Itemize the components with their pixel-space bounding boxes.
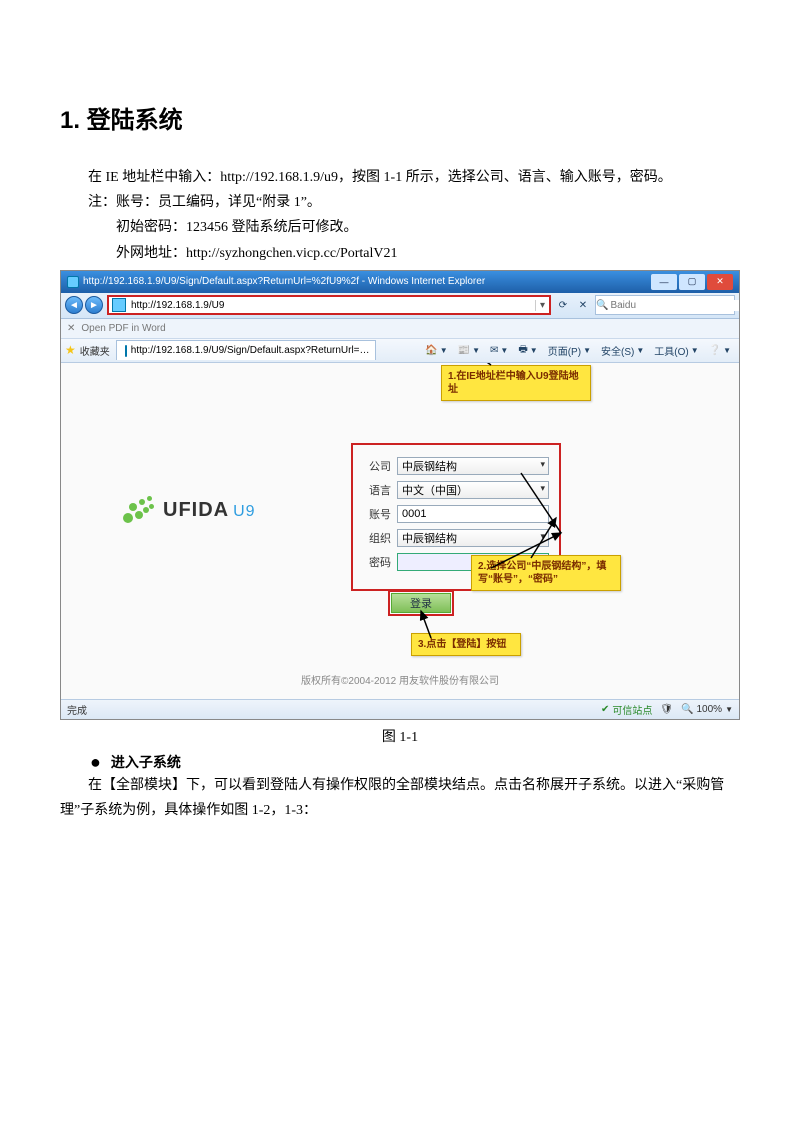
input-account[interactable] xyxy=(397,505,549,523)
bullet-icon: ● xyxy=(90,752,101,773)
ie-icon xyxy=(67,276,79,288)
select-language[interactable] xyxy=(397,481,549,499)
close-tab-icon[interactable]: ✕ xyxy=(67,323,75,334)
doc-heading: 1. 登陆系统 xyxy=(60,100,740,135)
tab-title: http://192.168.1.9/U9/Sign/Default.aspx?… xyxy=(131,345,370,356)
mail-button[interactable]: ✉▼ xyxy=(486,343,512,358)
tab-icon xyxy=(125,345,127,357)
ufida-logo: UFIDAU9 xyxy=(121,493,256,529)
status-done: 完成 xyxy=(67,702,87,717)
address-bar[interactable]: ▾ xyxy=(107,295,551,315)
doc-note2: 初始密码：123456 登陆系统后可修改。 xyxy=(60,215,740,240)
callout-1: 1.在IE地址栏中输入U9登陆地址 xyxy=(441,365,591,401)
label-language: 语言 xyxy=(363,482,391,498)
feed-icon: 📰 xyxy=(458,345,470,356)
mail-icon: ✉ xyxy=(490,345,498,356)
zoom-icon: 🔍 xyxy=(681,704,693,715)
print-button[interactable]: 🖶▼ xyxy=(514,340,541,361)
open-pdf-label: Open PDF in Word xyxy=(81,323,165,334)
help-icon: ❔ xyxy=(709,345,721,356)
ie-window-title: http://192.168.1.9/U9/Sign/Default.aspx?… xyxy=(83,276,485,287)
label-password: 密码 xyxy=(363,554,391,570)
protected-mode-icon: 🛡 xyxy=(660,704,673,715)
zoom-control[interactable]: 🔍 100% ▼ xyxy=(681,704,733,715)
status-trusted: ✔ 可信站点 xyxy=(601,702,652,717)
label-company: 公司 xyxy=(363,458,391,474)
feeds-button[interactable]: 📰▼ xyxy=(454,343,484,358)
bullet-title: 进入子系统 xyxy=(111,752,181,772)
star-icon: ★ xyxy=(65,343,76,357)
ie-title-bar: http://192.168.1.9/U9/Sign/Default.aspx?… xyxy=(61,271,739,293)
doc-para1: 在 IE 地址栏中输入：http://192.168.1.9/u9，按图 1-1… xyxy=(60,165,740,190)
logo-text: UFIDA xyxy=(163,499,229,521)
home-button[interactable]: 🏠▼ xyxy=(421,343,451,358)
logo-graphic xyxy=(121,493,157,529)
ie-status-bar: 完成 ✔ 可信站点 🛡 🔍 100% ▼ xyxy=(61,699,739,719)
browser-tab[interactable]: http://192.168.1.9/U9/Sign/Default.aspx?… xyxy=(116,340,376,360)
page-viewport: UFIDAU9 公司 语言 账号 组织 密码 xyxy=(61,363,739,699)
favorites-label: 收藏夹 xyxy=(80,343,110,358)
window-maximize-button[interactable]: ▢ xyxy=(679,274,705,290)
tools-menu[interactable]: 工具(O)▼ xyxy=(650,341,702,360)
select-org[interactable] xyxy=(397,529,549,547)
window-close-button[interactable]: ✕ xyxy=(707,274,733,290)
window-minimize-button[interactable]: — xyxy=(651,274,677,290)
stop-button[interactable]: ✕ xyxy=(575,297,591,313)
address-dropdown-icon[interactable]: ▾ xyxy=(535,300,549,311)
label-account: 账号 xyxy=(363,506,391,522)
nav-forward-button[interactable]: ► xyxy=(85,296,103,314)
login-button[interactable]: 登录 xyxy=(391,593,451,613)
screenshot-figure: http://192.168.1.9/U9/Sign/Default.aspx?… xyxy=(60,270,740,720)
logo-subtext: U9 xyxy=(233,503,255,520)
ie-toolbar-row3: ★ 收藏夹 http://192.168.1.9/U9/Sign/Default… xyxy=(61,339,739,363)
search-box[interactable]: 🔍 ▾ xyxy=(595,295,735,315)
ie-toolbar-row2: ✕ Open PDF in Word xyxy=(61,319,739,339)
doc-note3: 外网地址：http://syzhongchen.vicp.cc/PortalV2… xyxy=(60,241,740,266)
callout-3: 3.点击【登陆】按钮 xyxy=(411,633,521,656)
refresh-button[interactable]: ⟳ xyxy=(555,297,571,313)
help-button[interactable]: ❔▼ xyxy=(705,343,735,358)
check-icon: ✔ xyxy=(601,704,609,715)
home-icon: 🏠 xyxy=(425,345,437,356)
address-input[interactable] xyxy=(129,300,535,311)
page-icon xyxy=(112,298,126,312)
callout-2: 2.选择公司“中辰钢结构”，填写“账号”，“密码” xyxy=(471,555,621,591)
search-input[interactable] xyxy=(608,300,740,311)
search-icon: 🔍 xyxy=(596,297,608,313)
safety-menu[interactable]: 安全(S)▼ xyxy=(597,341,648,360)
nav-back-button[interactable]: ◄ xyxy=(65,296,83,314)
figure-caption: 图 1-1 xyxy=(60,726,740,746)
favorites-button[interactable]: ★ 收藏夹 xyxy=(65,343,110,358)
print-icon: 🖶 xyxy=(518,342,527,359)
doc-para2: 在【全部模块】下，可以看到登陆人有操作权限的全部模块结点。点击名称展开子系统。以… xyxy=(60,773,740,823)
label-org: 组织 xyxy=(363,530,391,546)
ie-nav-bar: ◄ ► ▾ ⟳ ✕ 🔍 ▾ xyxy=(61,293,739,319)
doc-note1: 注：账号：员工编码，详见“附录 1”。 xyxy=(60,190,740,215)
select-company[interactable] xyxy=(397,457,549,475)
page-menu[interactable]: 页面(P)▼ xyxy=(544,341,595,360)
copyright-text: 版权所有©2004-2012 用友软件股份有限公司 xyxy=(61,672,739,687)
